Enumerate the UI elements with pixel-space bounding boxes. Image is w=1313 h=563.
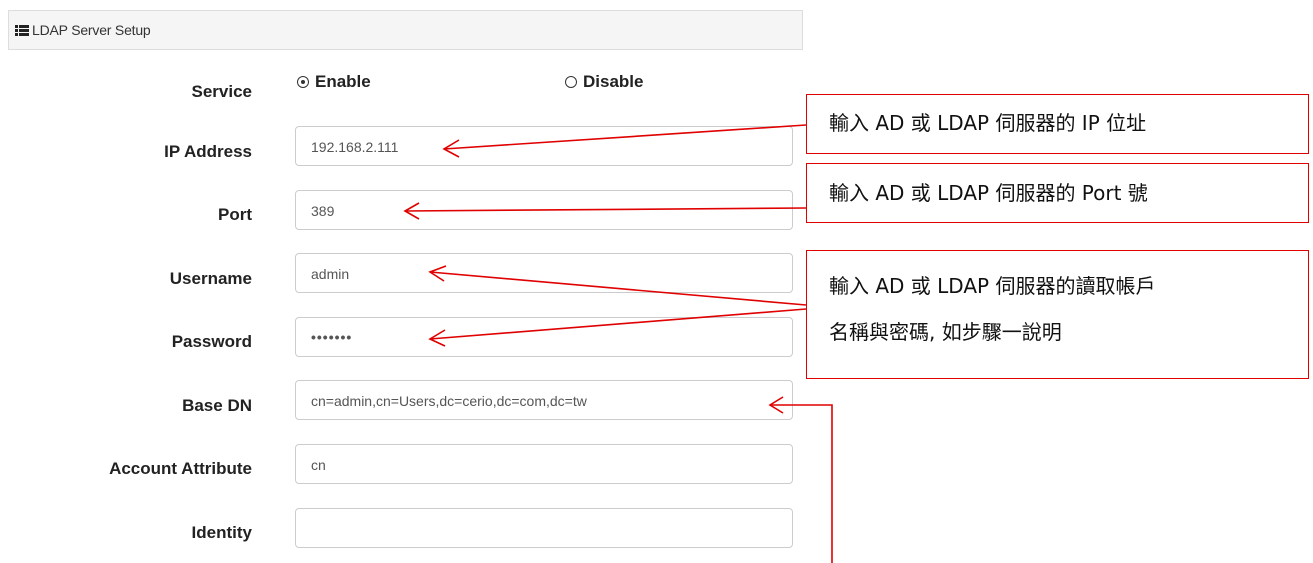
arrow-username [429,271,807,306]
arrow-ip [443,124,807,150]
arrow-port [404,207,807,212]
arrow-password [429,308,807,340]
annotation-arrows [403,124,833,563]
arrow-base-dn [770,404,833,563]
